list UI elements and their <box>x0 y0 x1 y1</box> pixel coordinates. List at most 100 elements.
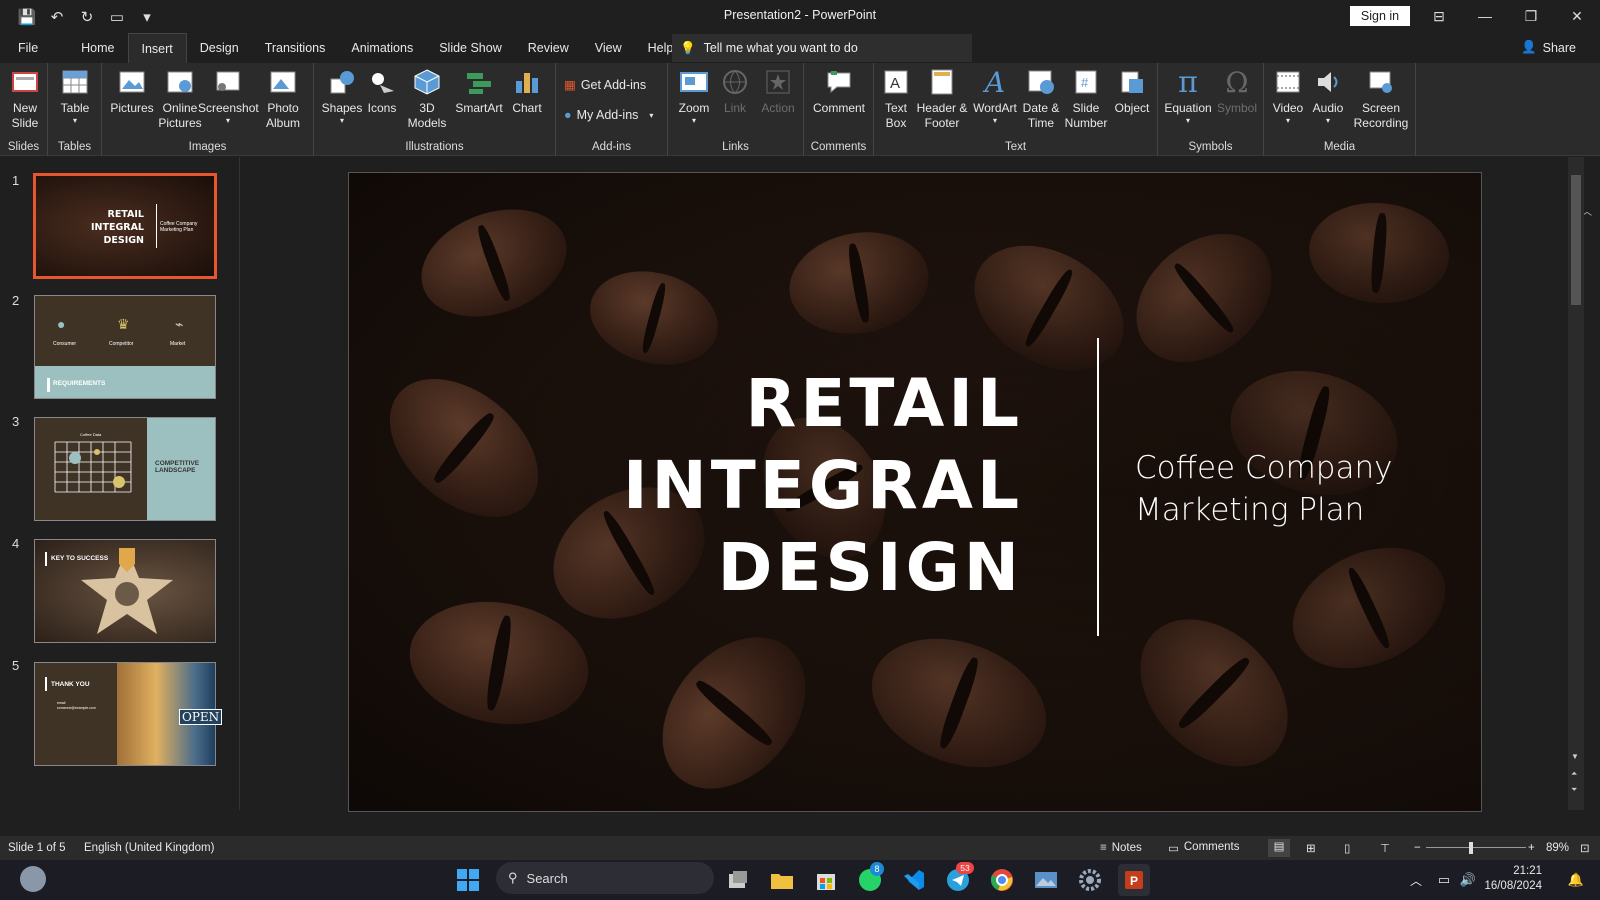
slideshow-view-icon[interactable]: ⊤ <box>1380 841 1390 855</box>
new-slide-button[interactable]: New Slide <box>4 67 46 131</box>
next-slide-icon[interactable]: ⏷ <box>1571 785 1577 795</box>
customize-qat-icon[interactable]: ▾ <box>134 4 160 30</box>
zoom-button[interactable]: Zoom ▾ <box>672 67 716 126</box>
table-button[interactable]: Table ▾ <box>56 67 94 126</box>
chrome-icon[interactable] <box>986 864 1018 896</box>
tab-home[interactable]: Home <box>51 33 127 63</box>
equation-button[interactable]: π Equation ▾ <box>1162 67 1214 126</box>
tab-view[interactable]: View <box>582 33 635 63</box>
scroll-down-icon[interactable]: ▼ <box>1571 752 1579 761</box>
slide-subtitle[interactable]: Coffee Company Marketing Plan <box>1135 447 1392 531</box>
my-addins-button[interactable]: ● My Add-ins ▾ <box>564 108 653 122</box>
slide-title-line: RETAIL <box>745 365 1023 442</box>
notes-button[interactable]: ≡ Notes <box>1100 842 1142 854</box>
volume-icon[interactable]: 🔊 <box>1452 864 1484 896</box>
fit-to-window-icon[interactable]: ⊡ <box>1580 841 1590 855</box>
table-label: Table <box>60 101 90 115</box>
get-addins-button[interactable]: ▦ Get Add-ins <box>564 77 646 93</box>
addin-icon: ● <box>564 108 572 122</box>
thumbnail-slide-5[interactable]: OPEN THANK YOU email someone@example.com <box>34 662 223 766</box>
tab-slideshow[interactable]: Slide Show <box>426 33 515 63</box>
sign-in-button[interactable]: Sign in <box>1350 6 1410 26</box>
ribbon-display-icon[interactable]: ⊟ <box>1416 0 1462 32</box>
start-slideshow-icon[interactable]: ▭ <box>104 4 130 30</box>
current-slide[interactable]: RETAIL INTEGRAL DESIGN Coffee Company Ma… <box>348 172 1482 812</box>
vertical-scrollbar[interactable]: ▼ ⏶ ⏷ <box>1568 157 1584 810</box>
object-button[interactable]: Object <box>1110 67 1154 116</box>
tab-design[interactable]: Design <box>187 33 252 63</box>
task-view-icon[interactable] <box>722 864 754 896</box>
weather-icon[interactable] <box>20 866 46 892</box>
tab-file[interactable]: File <box>0 33 51 63</box>
windows-start-icon[interactable] <box>452 864 484 896</box>
language-indicator[interactable]: English (United Kingdom) <box>84 842 214 854</box>
group-label: Add-ins <box>592 141 631 153</box>
group-tables: Table ▾ Tables <box>48 63 102 156</box>
shapes-button[interactable]: Shapes ▾ <box>318 67 366 126</box>
zoom-slider-thumb[interactable] <box>1469 842 1473 854</box>
powerpoint-icon[interactable]: P <box>1118 864 1150 896</box>
reading-view-icon[interactable]: ▯ <box>1344 841 1350 855</box>
tab-animations[interactable]: Animations <box>338 33 426 63</box>
video-button[interactable]: Video ▾ <box>1268 67 1308 126</box>
tab-transitions[interactable]: Transitions <box>252 33 339 63</box>
restore-button[interactable]: ❐ <box>1508 0 1554 32</box>
tell-me-search[interactable]: 💡 Tell me what you want to do <box>672 34 972 62</box>
system-clock[interactable]: 21:21 16/08/2024 <box>1484 864 1542 894</box>
store-icon[interactable] <box>810 864 842 896</box>
normal-view-icon[interactable]: ▤ <box>1268 839 1290 857</box>
icons-button[interactable]: Icons <box>362 67 402 116</box>
comments-button[interactable]: ▭ Comments <box>1168 841 1239 855</box>
comment-button[interactable]: Comment <box>808 67 870 116</box>
thumbnail-slide-3[interactable]: COMPETITIVE LANDSCAPE Coffee Data <box>34 417 216 521</box>
zoom-slider[interactable] <box>1426 847 1526 848</box>
thumbnail-label: Market <box>170 341 186 347</box>
date-time-button[interactable]: Date & Time <box>1018 67 1064 131</box>
icons-label: Icons <box>367 101 397 115</box>
screenshot-button[interactable]: Screenshot ▾ <box>198 67 259 126</box>
pictures-button[interactable]: Pictures <box>106 67 158 116</box>
slide-number-button[interactable]: # Slide Number <box>1062 67 1110 131</box>
previous-slide-icon[interactable]: ⏶ <box>1571 769 1577 779</box>
thumbnail-number: 3 <box>12 414 20 429</box>
text-box-button[interactable]: A Text Box <box>876 67 916 131</box>
settings-icon[interactable] <box>1074 864 1106 896</box>
action-button[interactable]: Action <box>756 67 800 116</box>
symbol-button[interactable]: Ω Symbol <box>1214 67 1260 116</box>
vscode-icon[interactable] <box>898 864 930 896</box>
taskbar-search[interactable]: ⚲ Search <box>496 862 714 894</box>
tab-insert[interactable]: Insert <box>127 33 187 63</box>
audio-button[interactable]: Audio ▾ <box>1308 67 1348 126</box>
notification-bell-icon[interactable]: 🔔 <box>1560 864 1592 896</box>
thumbnail-slide-4[interactable]: KEY TO SUCCESS <box>34 539 216 643</box>
thumbnail-slide-1[interactable]: RETAIL INTEGRAL DESIGN Coffee Company Ma… <box>33 173 217 279</box>
undo-icon[interactable]: ↶ <box>44 4 70 30</box>
chart-line-icon: ⌁ <box>175 316 184 332</box>
3d-models-button[interactable]: 3D Models <box>402 67 452 131</box>
smartart-button[interactable]: SmartArt <box>450 67 508 116</box>
close-button[interactable]: ✕ <box>1554 0 1600 32</box>
chart-button[interactable]: Chart <box>506 67 548 116</box>
wordart-button[interactable]: A WordArt ▾ <box>970 67 1020 126</box>
file-explorer-icon[interactable] <box>766 864 798 896</box>
svg-text:#: # <box>1081 75 1089 90</box>
link-button[interactable]: Link <box>714 67 756 116</box>
photo-album-button[interactable]: Photo Album <box>256 67 310 131</box>
photos-icon[interactable] <box>1030 864 1062 896</box>
minimize-button[interactable]: — <box>1462 0 1508 32</box>
screen-recording-icon <box>1366 67 1396 97</box>
slide-sorter-icon[interactable]: ⊞ <box>1306 841 1316 855</box>
thumbnail-slide-2[interactable]: REQUIREMENTS ● ♛ ⌁ Consumer Competitor M… <box>34 295 216 399</box>
save-icon[interactable]: 💾 <box>14 4 40 30</box>
tab-review[interactable]: Review <box>515 33 582 63</box>
screen-recording-button[interactable]: Screen Recording <box>1348 67 1414 131</box>
object-label: Object <box>1114 101 1150 115</box>
header-footer-button[interactable]: Header & Footer <box>914 67 970 131</box>
share-button[interactable]: 👤 Share <box>1521 40 1576 55</box>
zoom-in-icon[interactable]: + <box>1528 842 1535 854</box>
zoom-level[interactable]: 89% <box>1546 842 1569 854</box>
slide-title[interactable]: RETAIL INTEGRAL DESIGN <box>623 363 1023 609</box>
zoom-out-icon[interactable]: − <box>1414 842 1421 854</box>
scrollbar-thumb[interactable] <box>1571 175 1581 305</box>
redo-icon[interactable]: ↻ <box>74 4 100 30</box>
